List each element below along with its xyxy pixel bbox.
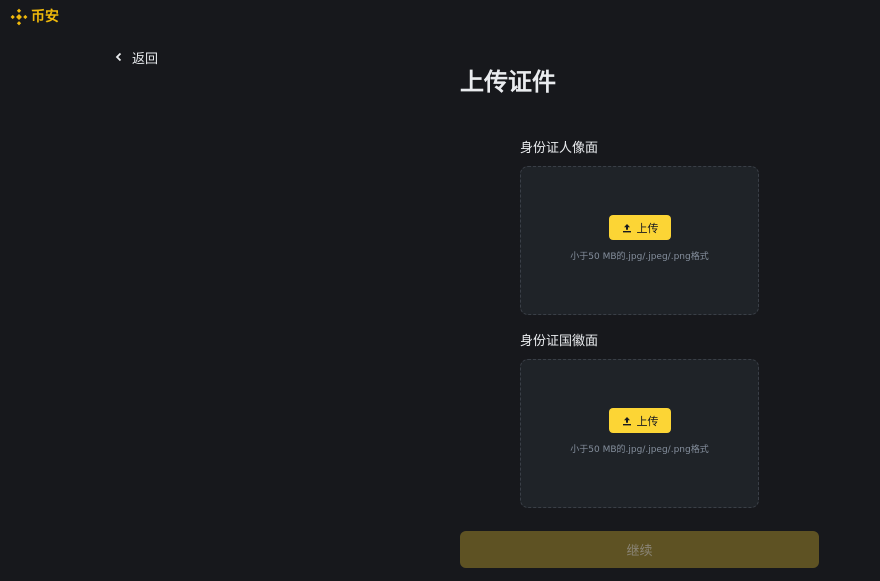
- chevron-left-icon: [114, 51, 124, 63]
- id-front-upload-area[interactable]: 上传 小于50 MB的.jpg/.jpeg/.png格式: [520, 166, 759, 315]
- id-front-label: 身份证人像面: [520, 141, 599, 156]
- brand-name: 币安: [31, 9, 59, 25]
- id-back-upload-button[interactable]: 上传: [609, 408, 671, 433]
- continue-button[interactable]: 继续: [460, 531, 819, 568]
- id-back-upload-area[interactable]: 上传 小于50 MB的.jpg/.jpeg/.png格式: [520, 359, 759, 508]
- id-back-label: 身份证国徽面: [520, 334, 599, 349]
- upload-button-label: 上传: [636, 414, 659, 428]
- back-link[interactable]: 返回: [114, 48, 159, 67]
- page-title: 上传证件: [460, 68, 556, 96]
- file-format-hint: 小于50 MB的.jpg/.jpeg/.png格式: [570, 445, 709, 455]
- binance-logo-icon: [10, 8, 28, 26]
- file-format-hint: 小于50 MB的.jpg/.jpeg/.png格式: [570, 252, 709, 262]
- brand-logo[interactable]: 币安: [10, 7, 59, 27]
- upload-icon: [622, 223, 632, 233]
- upload-icon: [622, 416, 632, 426]
- upload-button-label: 上传: [636, 221, 659, 235]
- back-label: 返回: [132, 51, 159, 67]
- id-front-upload-button[interactable]: 上传: [609, 215, 671, 240]
